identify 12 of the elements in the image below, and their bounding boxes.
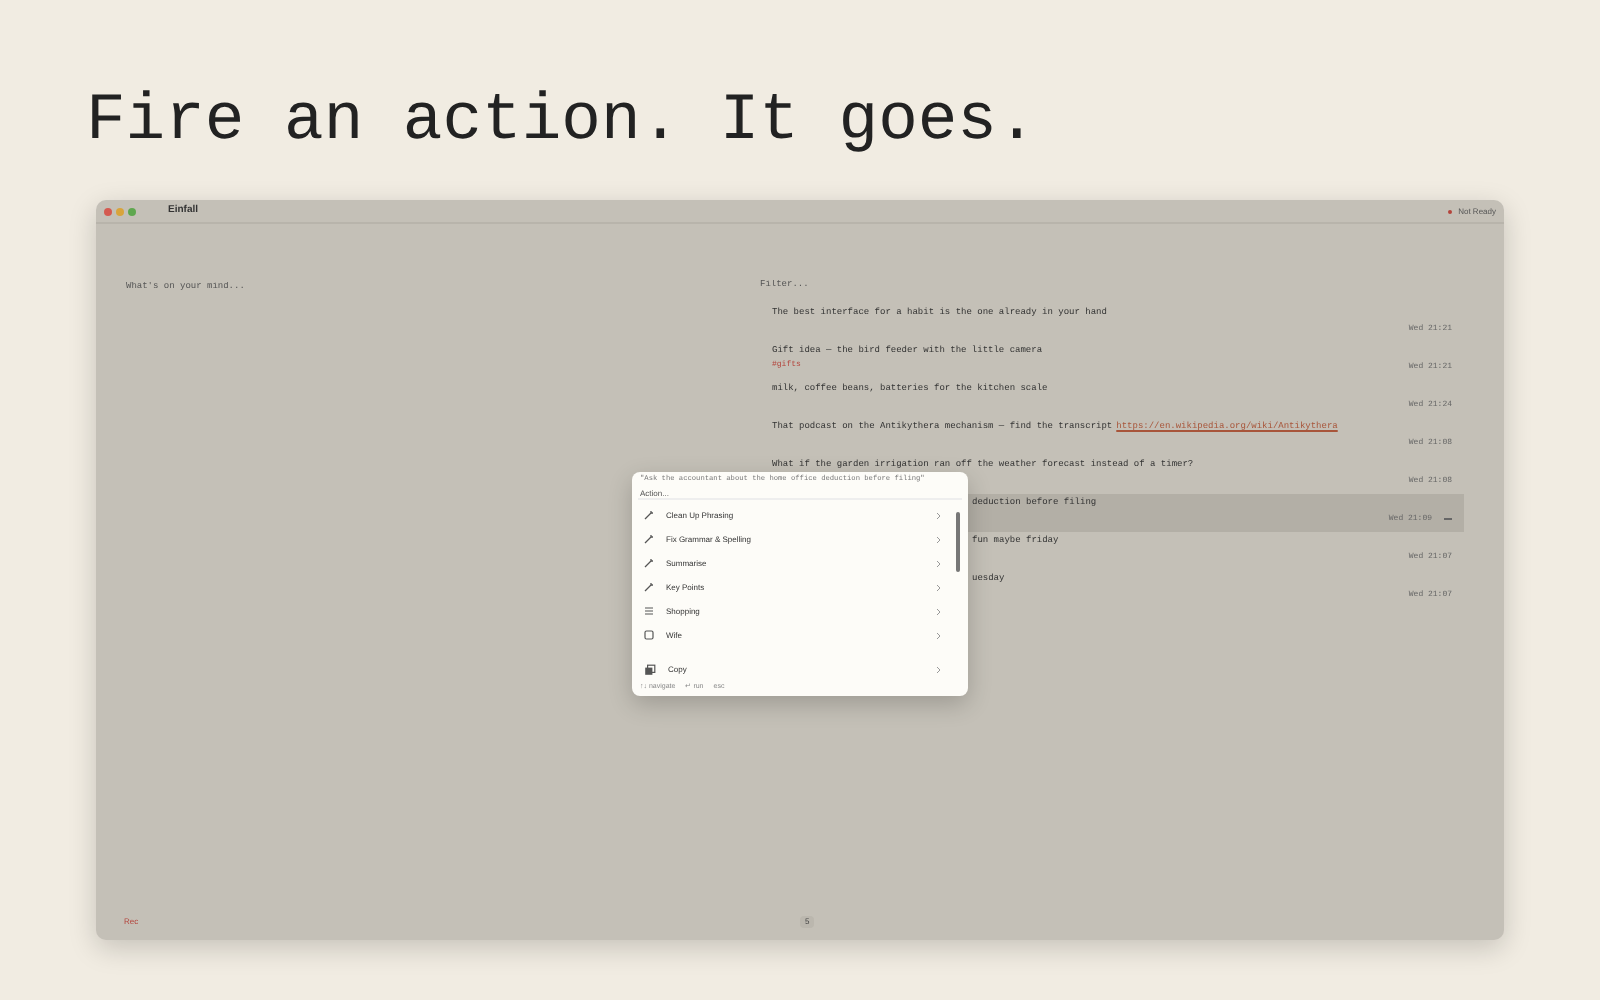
- minimize-icon[interactable]: [116, 207, 124, 215]
- list-icon: [644, 606, 654, 617]
- headline: Fire an action. It goes.: [84, 82, 1039, 162]
- zoom-icon[interactable]: [128, 207, 136, 215]
- square-icon: [644, 630, 654, 641]
- close-icon[interactable]: [104, 207, 112, 215]
- scrollbar-thumb[interactable]: [956, 511, 960, 572]
- copy-icon: [644, 663, 656, 676]
- wand-icon: [644, 534, 654, 545]
- wand-icon: [644, 510, 654, 521]
- wand-icon: [644, 558, 654, 569]
- wand-icon: [644, 582, 654, 593]
